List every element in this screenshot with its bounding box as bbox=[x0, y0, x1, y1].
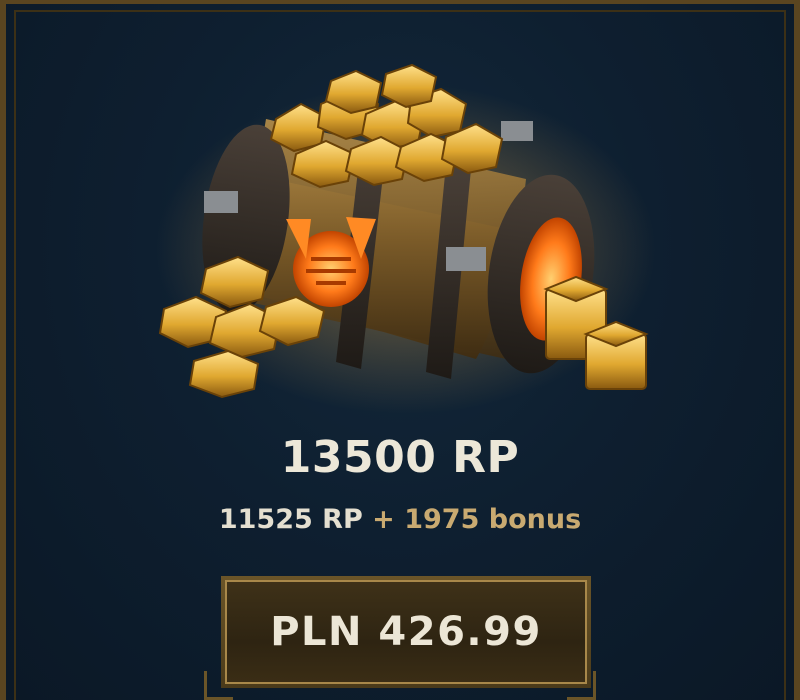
rp-plus-sign: + bbox=[362, 504, 405, 535]
rp-bonus-amount: 1975 bonus bbox=[404, 504, 582, 535]
rp-total-amount: 13500 RP bbox=[280, 432, 520, 483]
buy-button[interactable]: PLN 426.99 bbox=[221, 576, 591, 688]
rp-breakdown: 11525 RP + 1975 bonus bbox=[6, 504, 794, 535]
buy-button-label: PLN 426.99 bbox=[225, 580, 587, 684]
rp-chest-icon bbox=[156, 63, 656, 414]
rp-bundle-card[interactable]: 13500 RP 11525 RP + 1975 bonus PLN 426.9… bbox=[0, 0, 800, 700]
rp-base-amount: 11525 RP bbox=[218, 504, 363, 535]
